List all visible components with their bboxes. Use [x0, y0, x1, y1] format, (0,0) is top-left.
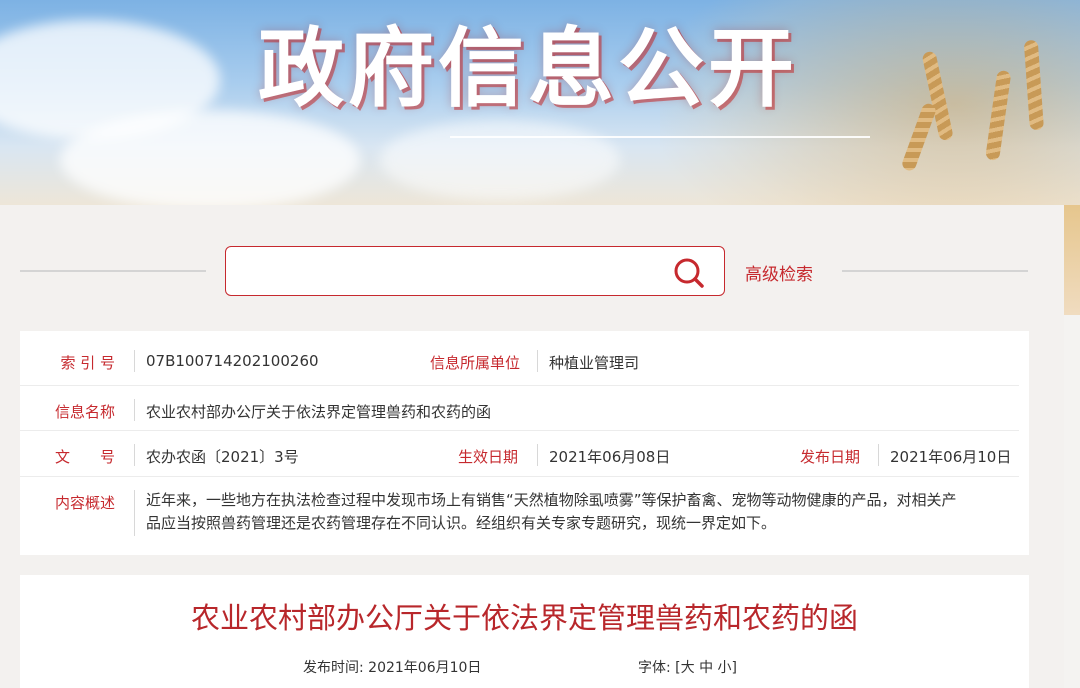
search-divider-left: [20, 270, 206, 272]
summary-line: 品应当按照兽药管理还是农药管理存在不同认识。经组织有关专家专题研究，现统一界定如…: [146, 514, 777, 532]
banner-title: 政府信息公开: [258, 19, 798, 119]
column-divider: [134, 350, 135, 372]
summary-label: 内容概述: [54, 494, 115, 512]
meta-row-name: 信息名称 农业农村部办公厅关于依法界定管理兽药和农药的函: [20, 386, 1029, 431]
advanced-search-link[interactable]: 高级检索: [745, 260, 813, 285]
meta-row-doc: 文 号 农办农函〔2021〕3号 生效日期 2021年06月08日 发布日期 2…: [20, 431, 1029, 477]
column-divider: [878, 444, 879, 466]
info-metadata-table: 索 引 号 07B100714202100260 信息所属单位 种植业管理司 信…: [20, 331, 1029, 555]
font-medium-button[interactable]: 中: [699, 660, 713, 676]
effective-date-value: 2021年06月08日: [549, 448, 671, 466]
column-divider: [134, 444, 135, 466]
font-size-control: 字体: [大 中 小]: [638, 657, 737, 677]
meta-row-summary: 内容概述 近年来，一些地方在执法检查过程中发现市场上有销售“天然植物除虱喷雾”等…: [20, 477, 1029, 555]
effective-date-label: 生效日期: [457, 448, 518, 466]
unit-label: 信息所属单位: [429, 354, 520, 372]
index-label: 索 引 号: [60, 354, 115, 372]
column-divider: [134, 399, 135, 421]
font-size-label: 字体:: [638, 660, 671, 676]
font-small-button[interactable]: 小: [718, 660, 732, 676]
doc-number-label: 文 号: [54, 448, 115, 466]
column-divider: [537, 350, 538, 372]
search-icon[interactable]: [672, 256, 708, 290]
publish-time: 发布时间: 2021年06月10日: [303, 657, 481, 677]
meta-row-index: 索 引 号 07B100714202100260 信息所属单位 种植业管理司: [20, 331, 1029, 386]
bracket-close: ]: [731, 660, 738, 676]
doc-number-value: 农办农函〔2021〕3号: [146, 448, 299, 466]
search-input[interactable]: [236, 255, 660, 289]
name-label: 信息名称: [54, 403, 115, 421]
article-title: 农业农村部办公厅关于依法界定管理兽药和农药的函: [190, 601, 858, 635]
background-strip: [1064, 205, 1080, 315]
article-section: 农业农村部办公厅关于依法界定管理兽药和农药的函 发布时间: 2021年06月10…: [20, 575, 1029, 688]
summary-value: 近年来，一些地方在执法检查过程中发现市场上有销售“天然植物除虱喷雾”等保护畜禽、…: [146, 489, 1016, 535]
publish-date-value: 2021年06月10日: [890, 448, 1012, 466]
index-value: 07B100714202100260: [146, 352, 319, 370]
cloud-decoration: [60, 110, 360, 210]
search-divider-right: [842, 270, 1028, 272]
header-banner: 政府信息公开: [0, 0, 1080, 210]
publish-time-value: 2021年06月10日: [368, 660, 482, 676]
summary-line: 近年来，一些地方在执法检查过程中发现市场上有销售“天然植物除虱喷雾”等保护畜禽、…: [146, 491, 957, 509]
column-divider: [537, 444, 538, 466]
cloud-decoration: [380, 120, 620, 200]
publish-time-label: 发布时间:: [303, 660, 364, 676]
publish-date-label: 发布日期: [799, 448, 860, 466]
name-value: 农业农村部办公厅关于依法界定管理兽药和农药的函: [146, 403, 492, 421]
column-divider: [134, 490, 135, 536]
font-large-button[interactable]: 大: [681, 660, 695, 676]
banner-divider: [450, 136, 870, 138]
search-box: [225, 246, 725, 296]
unit-value: 种植业管理司: [549, 354, 640, 372]
